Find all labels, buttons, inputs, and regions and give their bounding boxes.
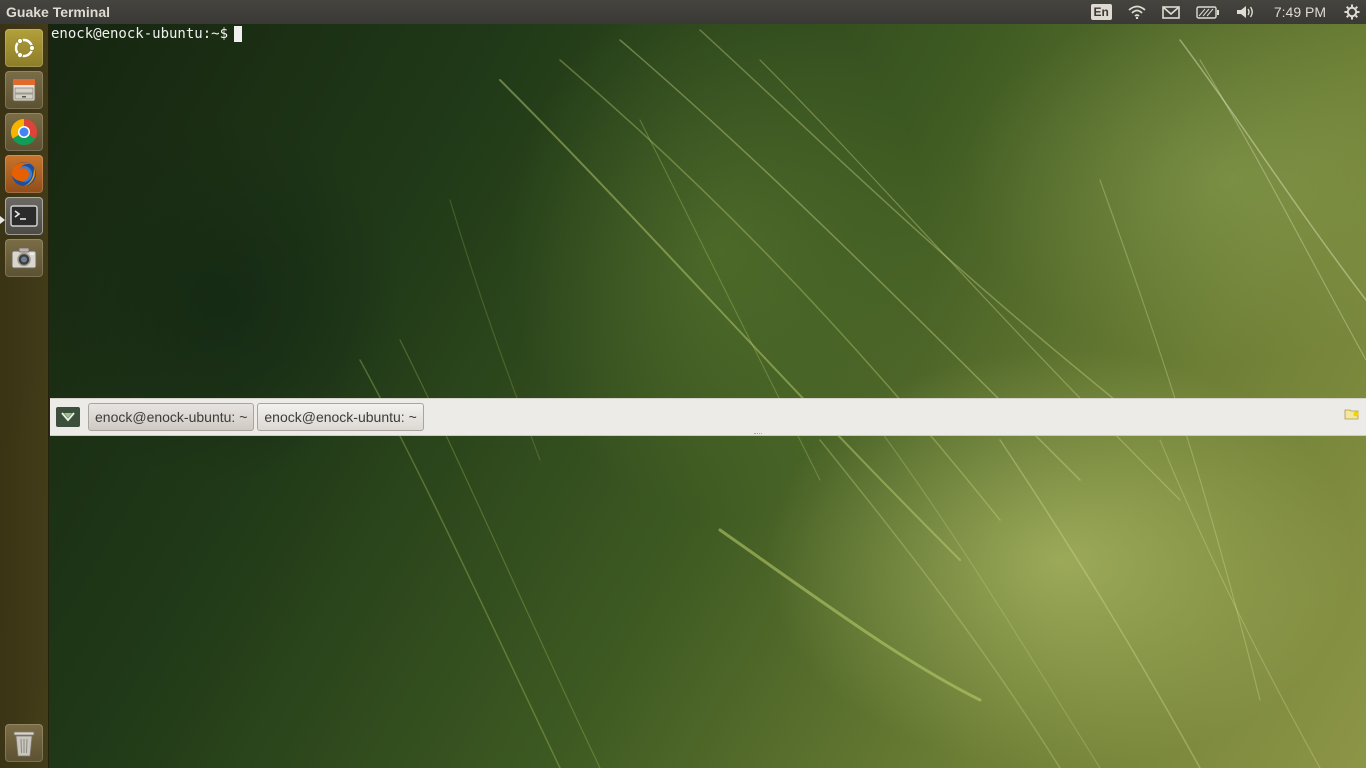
volume-icon bbox=[1236, 6, 1253, 18]
guake-tab-label: enock@enock-ubuntu: ~ bbox=[264, 409, 417, 425]
guake-tab-1[interactable]: enock@enock-ubuntu: ~ bbox=[88, 403, 255, 431]
terminal-prompt-text: enock@enock-ubuntu:~$ bbox=[51, 26, 229, 42]
launcher-item-dash[interactable] bbox=[5, 29, 43, 67]
top-panel: Guake Terminal En 7:49 PM bbox=[0, 0, 1366, 24]
terminal-cursor bbox=[234, 26, 243, 42]
desktop-wallpaper bbox=[0, 0, 1366, 768]
add-tab-icon bbox=[61, 412, 75, 422]
clock[interactable]: 7:49 PM bbox=[1264, 4, 1336, 20]
guake-tab-2[interactable]: enock@enock-ubuntu: ~ bbox=[257, 403, 424, 431]
launcher-item-terminal[interactable] bbox=[5, 197, 43, 235]
wifi-icon bbox=[1128, 5, 1146, 19]
messaging-indicator[interactable] bbox=[1154, 0, 1188, 24]
keyboard-indicator[interactable]: En bbox=[1083, 0, 1120, 24]
network-indicator[interactable] bbox=[1120, 0, 1154, 24]
camera-icon bbox=[11, 247, 37, 269]
settings-gear-icon bbox=[1344, 4, 1360, 20]
app-title: Guake Terminal bbox=[6, 4, 111, 20]
folder-star-icon bbox=[1344, 409, 1359, 420]
mail-icon bbox=[1162, 5, 1180, 19]
launcher-item-files[interactable] bbox=[5, 71, 43, 109]
sound-indicator[interactable] bbox=[1228, 0, 1264, 24]
launcher-item-chrome[interactable] bbox=[5, 113, 43, 151]
guake-tab-bar: enock@enock-ubuntu: ~ enock@enock-ubuntu… bbox=[50, 398, 1366, 436]
tray-folder-icon[interactable] bbox=[1344, 407, 1360, 425]
resize-grip[interactable] bbox=[754, 433, 762, 435]
launcher-item-screenshot[interactable] bbox=[5, 239, 43, 277]
add-tab-button[interactable] bbox=[56, 407, 80, 427]
guake-tab-label: enock@enock-ubuntu: ~ bbox=[95, 409, 248, 425]
trash-icon bbox=[13, 731, 35, 757]
battery-icon bbox=[1196, 5, 1219, 19]
chrome-icon bbox=[10, 118, 38, 146]
keyboard-layout-badge: En bbox=[1090, 4, 1112, 20]
firefox-icon bbox=[11, 162, 36, 186]
launcher-item-firefox[interactable] bbox=[5, 155, 43, 193]
power-indicator[interactable] bbox=[1188, 0, 1228, 24]
ubuntu-logo-icon bbox=[14, 37, 36, 59]
terminal-icon bbox=[10, 205, 38, 227]
indicator-area: En 7:49 PM bbox=[1083, 0, 1366, 24]
launcher-item-trash[interactable] bbox=[5, 724, 43, 762]
session-indicator[interactable] bbox=[1336, 0, 1366, 24]
terminal-area[interactable]: enock@enock-ubuntu:~$ bbox=[51, 25, 243, 43]
launcher bbox=[0, 24, 49, 768]
file-cabinet-icon bbox=[12, 78, 36, 102]
